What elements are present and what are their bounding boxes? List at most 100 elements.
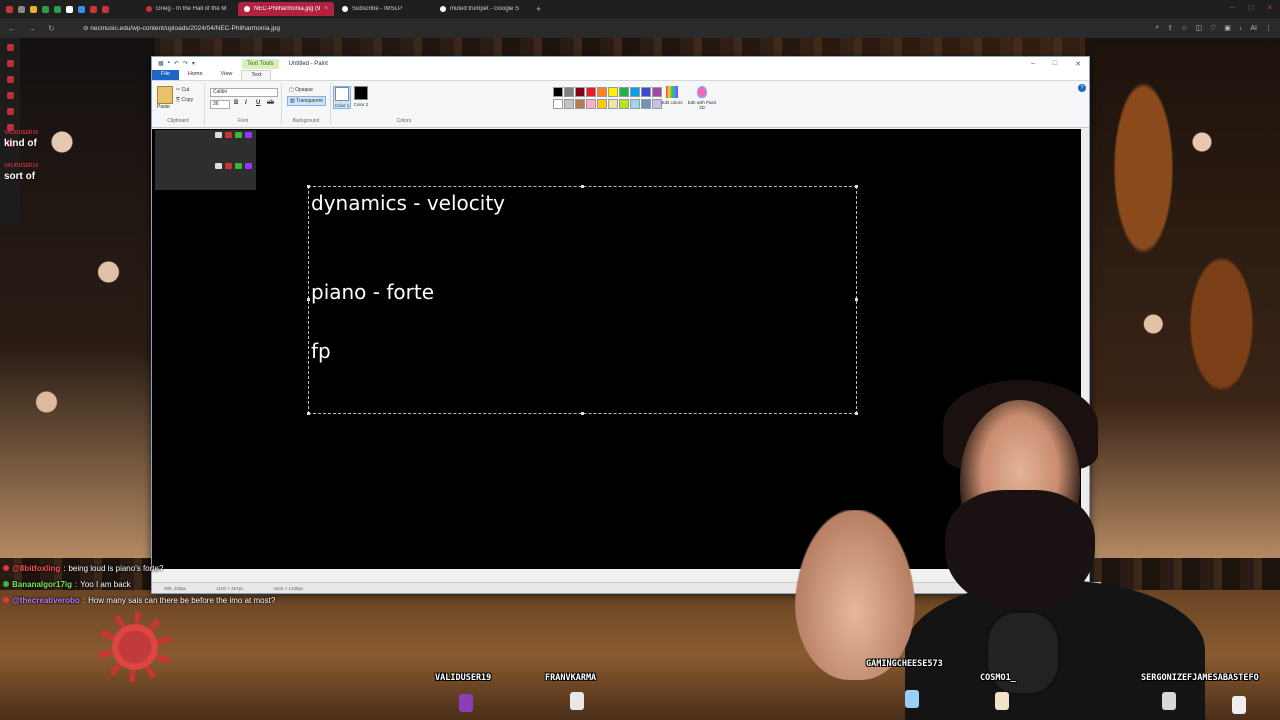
cut-label: Cut [181,87,190,93]
color1-button[interactable]: Color 1 [333,86,351,109]
color1-swatch [335,87,349,101]
palette-swatch[interactable] [597,87,607,97]
paste-icon[interactable] [157,86,173,104]
resize-handle[interactable] [307,412,310,415]
heart-icon[interactable]: ♡ [1210,24,1216,32]
palette-swatch[interactable] [641,99,651,109]
webcam-feed [795,380,1205,720]
sidebar-app-icon[interactable] [6,60,14,67]
cut-button[interactable]: ✂ Cut [176,87,189,93]
sidebar-app-icon[interactable] [6,44,14,51]
browser-tab-active[interactable]: NEC-Philharmonia.jpg (9 × [238,2,334,16]
undo-icon[interactable]: ↶ [174,60,179,67]
close-icon[interactable]: ✕ [1075,60,1081,68]
copy-label: Copy [181,97,194,103]
palette-swatch[interactable] [575,87,585,97]
reload-icon[interactable]: ↻ [48,24,55,33]
browser-tab[interactable]: Grieg - In the Hall of the M [140,2,236,16]
tab-text[interactable]: Text [241,70,272,80]
text-box[interactable]: dynamics - velocity piano - forte fp [307,185,858,415]
font-family-select[interactable]: Calibri [210,88,278,97]
forward-icon[interactable]: → [28,24,36,33]
help-icon[interactable]: ? [1078,84,1086,92]
pinned-tab-icon[interactable] [102,5,109,13]
palette-swatch[interactable] [564,99,574,109]
redo-icon[interactable]: ↷ [183,60,188,67]
menu-icon[interactable]: ⋮ [1265,24,1272,32]
extension-icon[interactable]: ◫ [1195,24,1202,32]
minimize-icon[interactable]: – [1230,3,1234,12]
sidebar-app-icon[interactable] [6,92,14,99]
resize-handle[interactable] [581,185,584,188]
pinned-tab-icon[interactable] [66,5,73,13]
palette-swatch[interactable] [553,87,563,97]
copy-button[interactable]: ⎘ Copy [176,97,193,103]
palette-swatch[interactable] [630,99,640,109]
palette-swatch[interactable] [630,87,640,97]
palette-swatch[interactable] [597,99,607,109]
tab-label: Grieg - In the Hall of the M [156,6,227,12]
tab-home[interactable]: Home [179,70,212,80]
font-size-select[interactable]: 36 [210,100,230,109]
palette-swatch[interactable] [564,87,574,97]
palette-swatch[interactable] [608,99,618,109]
palette-swatch[interactable] [586,87,596,97]
maximize-icon[interactable]: □ [1053,60,1057,68]
pinned-tab-icon[interactable] [18,5,25,13]
pinned-tab-icon[interactable] [54,5,61,13]
palette-swatch[interactable] [608,87,618,97]
tab-file[interactable]: File [152,70,179,80]
close-icon[interactable]: × [1267,3,1272,12]
url-field[interactable]: ⊘ necmusic.edu/wp-content/uploads/2024/0… [83,24,1155,32]
pinned-tab-icon[interactable] [42,5,49,13]
resize-handle[interactable] [581,412,584,415]
ai-button[interactable]: AI [1250,25,1257,32]
customize-qa-icon[interactable]: ▾ [192,60,195,67]
palette-swatch[interactable] [619,87,629,97]
close-tab-icon[interactable]: × [324,6,328,12]
palette-swatch[interactable] [619,99,629,109]
palette-swatch[interactable] [553,99,563,109]
pinned-tab-icon[interactable] [90,5,97,13]
sidebar-app-icon[interactable] [6,76,14,83]
viewer-avatar [905,690,919,708]
maximize-icon[interactable]: □ [1248,3,1253,12]
paste-button[interactable]: Paste [157,104,170,110]
zoom-icon[interactable]: ⌕ [1155,24,1159,32]
wallet-icon[interactable]: ▣ [1224,24,1231,32]
resize-handle[interactable] [855,412,858,415]
resize-handle[interactable] [307,185,310,188]
palette-swatch[interactable] [575,99,585,109]
pinned-tab-icon[interactable] [78,5,85,13]
edit-paint3d-button[interactable]: Edit with Paint 3D [687,86,717,110]
sidebar-app-icon[interactable] [6,108,14,115]
back-icon[interactable]: ← [8,24,16,33]
palette-swatch[interactable] [586,99,596,109]
color2-button[interactable]: Color 2 [353,86,369,107]
bookmark-icon[interactable]: ☆ [1181,24,1187,32]
strikethrough-button[interactable]: ab [267,100,274,106]
download-icon[interactable]: ↓ [1239,25,1243,32]
edit-colors-button[interactable]: Edit colors [661,86,683,105]
new-tab-icon[interactable]: + [536,4,541,14]
stream-chat-overlay: VALIDUSER19 kind of VALIDUSER19 sort of [4,130,64,196]
italic-button[interactable]: I [245,100,247,106]
tab-label: muted trumpet - Google S [450,6,520,12]
viewer-avatar [570,692,584,710]
resize-handle[interactable] [307,298,310,301]
browser-tab[interactable]: muted trumpet - Google S [434,2,530,16]
transparent-option[interactable]: ▧ Transparent [287,96,326,106]
pinned-tab-icon[interactable] [6,5,13,13]
share-icon[interactable]: ⇪ [1167,24,1173,32]
minimize-icon[interactable]: – [1031,60,1035,68]
resize-handle[interactable] [855,185,858,188]
save-icon[interactable]: ▪ [168,60,170,67]
underline-button[interactable]: U [256,100,260,106]
resize-handle[interactable] [855,298,858,301]
browser-tab[interactable]: Subscribe - IMSLP [336,2,432,16]
palette-swatch[interactable] [641,87,651,97]
bold-button[interactable]: B [234,100,238,106]
opaque-option[interactable]: ▢ Opaque [287,86,315,94]
tab-view[interactable]: View [212,70,242,80]
pinned-tab-icon[interactable] [30,5,37,13]
